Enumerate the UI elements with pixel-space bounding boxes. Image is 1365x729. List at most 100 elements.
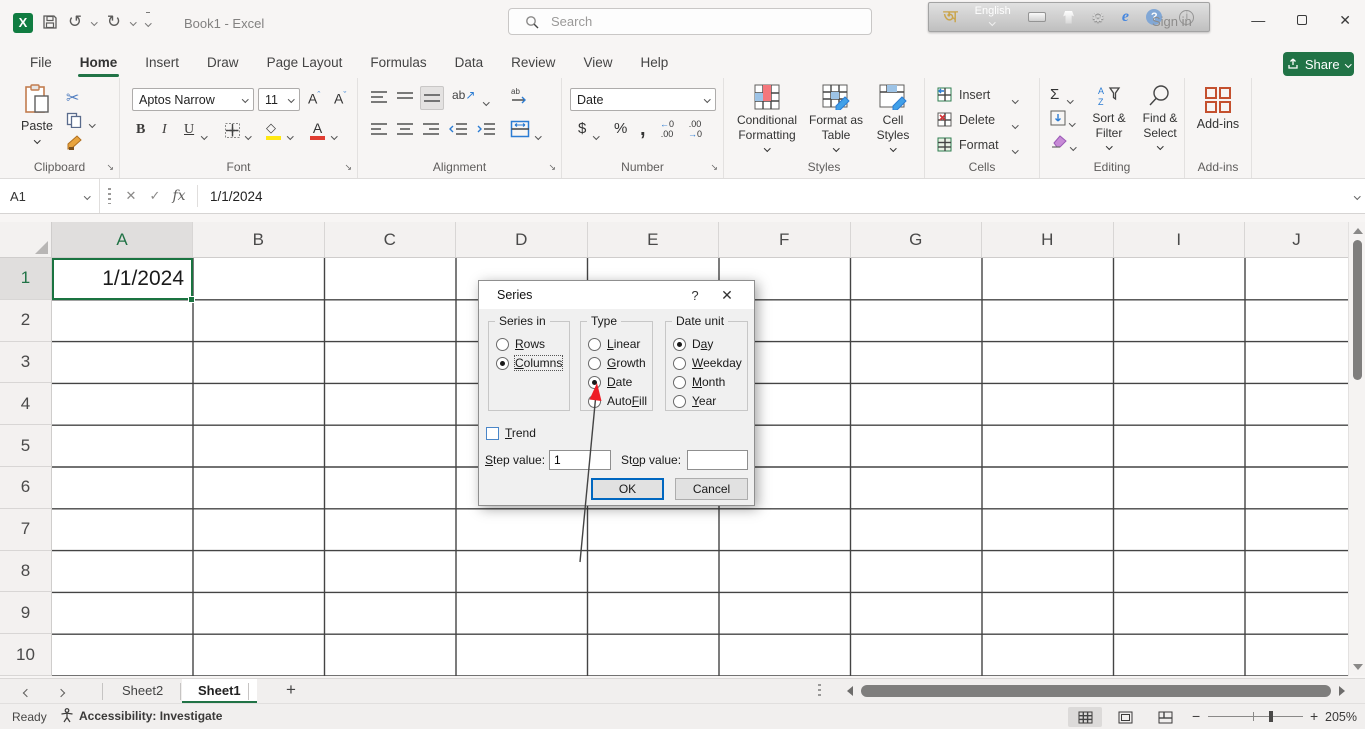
radio-month[interactable]: Month bbox=[673, 373, 725, 391]
decrease-font-size-icon[interactable]: Aˇ bbox=[334, 90, 346, 107]
column-header-h[interactable]: H bbox=[982, 222, 1114, 258]
comma-style-icon[interactable]: , bbox=[640, 118, 646, 141]
formula-bar-resize-handle[interactable] bbox=[108, 188, 111, 204]
trend-checkbox[interactable]: Trend bbox=[486, 424, 536, 442]
radio-date[interactable]: Date bbox=[588, 373, 632, 391]
conditional-formatting-button[interactable]: Conditional Formatting bbox=[730, 84, 804, 151]
scroll-up-icon[interactable] bbox=[1353, 228, 1363, 234]
autosum-icon[interactable]: Σ bbox=[1050, 86, 1059, 103]
active-cell-a1[interactable]: 1/1/2024 bbox=[52, 258, 193, 300]
cancel-button[interactable]: Cancel bbox=[675, 478, 748, 500]
name-box[interactable]: A1 bbox=[0, 179, 100, 213]
next-sheet-icon[interactable] bbox=[58, 684, 64, 702]
ime-tool-icon[interactable] bbox=[1063, 11, 1074, 24]
language-selector[interactable]: English bbox=[975, 6, 1011, 28]
zoom-out-button[interactable]: − bbox=[1192, 708, 1200, 724]
orientation-icon[interactable]: ab↗ bbox=[452, 88, 475, 102]
vertical-scroll-thumb[interactable] bbox=[1353, 240, 1362, 380]
row-header-2[interactable]: 2 bbox=[0, 300, 52, 342]
row-header-4[interactable]: 4 bbox=[0, 383, 52, 425]
maximize-button[interactable] bbox=[1297, 15, 1307, 25]
row-header-7[interactable]: 7 bbox=[0, 509, 52, 551]
radio-growth[interactable]: Growth bbox=[588, 354, 646, 372]
customize-qat-icon[interactable] bbox=[146, 12, 151, 32]
clipboard-dialog-launcher-icon[interactable]: ↘ bbox=[106, 162, 114, 173]
stop-value-input[interactable] bbox=[687, 450, 748, 470]
share-button[interactable]: Share bbox=[1283, 52, 1354, 76]
close-button[interactable]: ✕ bbox=[1339, 12, 1351, 29]
clear-dropdown-icon[interactable] bbox=[1071, 139, 1076, 153]
font-color-icon[interactable]: A bbox=[310, 120, 325, 140]
copy-icon[interactable] bbox=[66, 112, 82, 128]
excel-app-icon[interactable]: X bbox=[13, 13, 33, 33]
cancel-entry-icon[interactable]: ✕ bbox=[119, 188, 143, 204]
find-select-button[interactable]: Find & Select bbox=[1136, 84, 1184, 149]
delete-cells-button[interactable]: Delete bbox=[937, 112, 995, 127]
merge-center-icon[interactable] bbox=[510, 120, 530, 138]
column-header-c[interactable]: C bbox=[325, 222, 457, 258]
copy-dropdown-icon[interactable] bbox=[90, 116, 95, 130]
tab-review[interactable]: Review bbox=[497, 48, 569, 78]
expand-formula-bar-icon[interactable] bbox=[1355, 187, 1360, 205]
sheet-tab-sheet1[interactable]: Sheet1 bbox=[182, 679, 257, 704]
top-align-icon[interactable] bbox=[370, 90, 388, 104]
tab-view[interactable]: View bbox=[569, 48, 626, 78]
save-icon[interactable] bbox=[42, 14, 58, 30]
enter-entry-icon[interactable]: ✓ bbox=[143, 188, 167, 204]
format-cells-button[interactable]: Format bbox=[937, 137, 999, 152]
underline-button[interactable]: U bbox=[184, 122, 194, 138]
step-value-input[interactable] bbox=[549, 450, 611, 470]
tab-data[interactable]: Data bbox=[441, 48, 498, 78]
borders-dropdown-icon[interactable] bbox=[246, 128, 251, 142]
scroll-down-icon[interactable] bbox=[1353, 664, 1363, 670]
radio-day[interactable]: Day bbox=[673, 335, 713, 353]
cut-icon[interactable]: ✂ bbox=[66, 88, 79, 108]
accessibility-status[interactable]: Accessibility: Investigate bbox=[60, 708, 222, 723]
paste-dropdown-icon[interactable] bbox=[34, 137, 40, 143]
clear-icon[interactable] bbox=[1050, 134, 1067, 148]
tab-bar-resize-handle[interactable] bbox=[818, 684, 821, 699]
formula-input[interactable]: 1/1/2024 bbox=[204, 189, 263, 204]
row-header-6[interactable]: 6 bbox=[0, 467, 52, 509]
sheet-tab-sheet2[interactable]: Sheet2 bbox=[106, 679, 179, 704]
column-header-e[interactable]: E bbox=[588, 222, 720, 258]
middle-align-icon[interactable] bbox=[396, 90, 414, 104]
zoom-level[interactable]: 205% bbox=[1325, 710, 1357, 724]
insert-function-icon[interactable]: fx bbox=[167, 188, 191, 204]
font-color-dropdown-icon[interactable] bbox=[332, 128, 337, 142]
column-header-f[interactable]: F bbox=[719, 222, 851, 258]
zoom-in-button[interactable]: + bbox=[1310, 708, 1318, 724]
tab-page-layout[interactable]: Page Layout bbox=[253, 48, 357, 78]
scroll-right-icon[interactable] bbox=[1339, 686, 1345, 696]
row-header-3[interactable]: 3 bbox=[0, 342, 52, 384]
column-header-a[interactable]: A bbox=[52, 222, 193, 258]
merge-dropdown-icon[interactable] bbox=[536, 128, 541, 142]
tab-file[interactable]: File bbox=[16, 48, 66, 78]
tab-insert[interactable]: Insert bbox=[131, 48, 193, 78]
increase-decimal-icon[interactable]: ←0.00 bbox=[660, 120, 674, 140]
bold-button[interactable]: B bbox=[136, 122, 145, 138]
decrease-indent-icon[interactable] bbox=[448, 122, 468, 136]
align-center-icon[interactable] bbox=[396, 122, 414, 136]
accounting-dropdown-icon[interactable] bbox=[594, 128, 599, 142]
avro-keyboard-icon[interactable]: অ bbox=[944, 4, 958, 31]
column-header-j[interactable]: J bbox=[1245, 222, 1348, 258]
previous-sheet-icon[interactable] bbox=[24, 684, 30, 702]
percent-style-icon[interactable]: % bbox=[614, 120, 627, 137]
delete-dropdown-icon[interactable] bbox=[1013, 117, 1018, 131]
search-box[interactable] bbox=[508, 8, 872, 35]
font-size-combo[interactable]: 11 bbox=[258, 88, 300, 111]
alignment-dialog-launcher-icon[interactable]: ↘ bbox=[548, 162, 556, 173]
row-header-5[interactable]: 5 bbox=[0, 425, 52, 467]
fill-handle[interactable] bbox=[188, 296, 195, 303]
fill-color-icon[interactable]: ◇ bbox=[266, 120, 281, 140]
fill-icon[interactable] bbox=[1050, 110, 1066, 126]
fill-color-dropdown-icon[interactable] bbox=[288, 128, 293, 142]
format-as-table-button[interactable]: Format as Table bbox=[806, 84, 866, 151]
gear-icon[interactable]: ⚙ bbox=[1091, 8, 1104, 26]
page-break-view-button[interactable] bbox=[1148, 707, 1182, 727]
normal-view-button[interactable] bbox=[1068, 707, 1102, 727]
font-name-combo[interactable]: Aptos Narrow bbox=[132, 88, 254, 111]
zoom-slider-track[interactable] bbox=[1208, 716, 1303, 717]
decrease-decimal-icon[interactable]: .00→0 bbox=[688, 120, 702, 140]
